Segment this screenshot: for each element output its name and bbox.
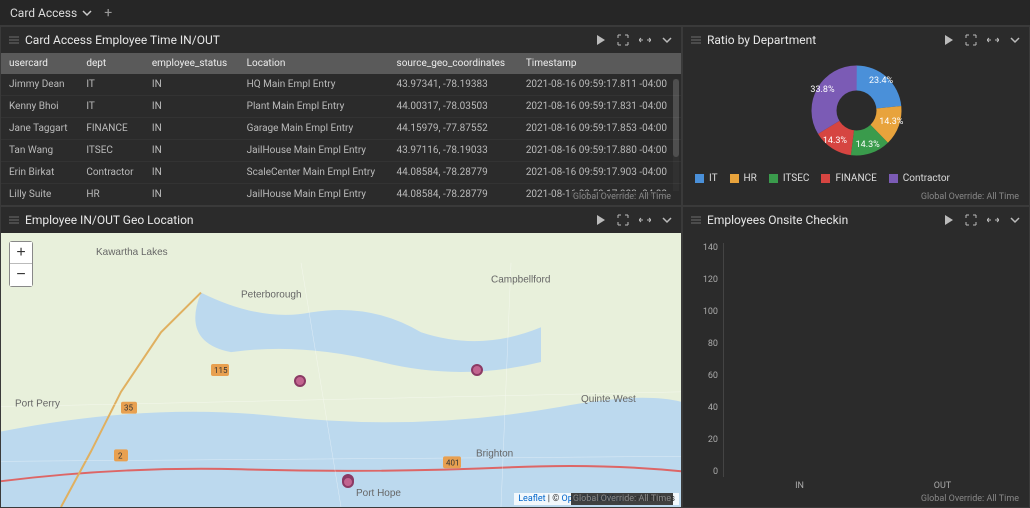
legend-swatch — [769, 174, 778, 183]
column-header[interactable]: Location — [239, 53, 389, 74]
panel-title: Ratio by Department — [707, 33, 816, 47]
footer-note: Global Override: All Time — [571, 191, 673, 203]
legend-swatch — [821, 174, 830, 183]
legend-item[interactable]: ITSEC — [769, 173, 810, 184]
svg-text:35: 35 — [124, 404, 134, 413]
panel-title: Employee IN/OUT Geo Location — [25, 213, 194, 227]
map-marker[interactable] — [471, 364, 483, 376]
y-tick: 40 — [683, 403, 718, 413]
svg-text:Peterborough: Peterborough — [241, 290, 302, 301]
legend-item[interactable]: FINANCE — [821, 173, 876, 184]
column-header[interactable]: dept — [78, 53, 144, 74]
svg-text:115: 115 — [214, 366, 228, 375]
slice-label: 23.4% — [869, 76, 893, 86]
map[interactable]: 35 115 401 2 Kawartha Lakes Peterborough Ca… — [1, 233, 681, 507]
map-marker[interactable] — [294, 375, 306, 387]
panel-title: Employees Onsite Checkin — [707, 213, 848, 227]
panel-title: Card Access Employee Time IN/OUT — [25, 33, 220, 47]
slice-label: 14.3% — [879, 117, 903, 127]
svg-text:401: 401 — [446, 458, 459, 467]
drag-icon — [9, 215, 19, 225]
scrollbar[interactable] — [673, 79, 679, 191]
legend-swatch — [889, 174, 898, 183]
dashboard-tab[interactable]: Card Access — [10, 6, 92, 20]
resize-icon[interactable] — [987, 214, 999, 226]
svg-text:Port Perry: Port Perry — [15, 399, 60, 410]
play-icon[interactable] — [595, 214, 607, 226]
table-row[interactable]: Erin BirkatContractorINScaleCenter Main … — [1, 162, 681, 184]
slice-label: 14.3% — [856, 140, 880, 150]
column-header[interactable]: usercard — [1, 53, 78, 74]
legend-swatch — [730, 174, 739, 183]
chevron-down-icon[interactable] — [1009, 214, 1021, 226]
fullscreen-icon[interactable] — [617, 214, 629, 226]
footer-note: Global Override: All Time — [571, 493, 673, 505]
svg-text:2: 2 — [118, 451, 123, 460]
svg-text:Kawartha Lakes: Kawartha Lakes — [96, 247, 168, 258]
map-marker[interactable] — [342, 476, 354, 488]
svg-text:Quinte West: Quinte West — [581, 394, 636, 405]
y-tick: 120 — [683, 275, 718, 285]
legend-item[interactable]: Contractor — [889, 173, 950, 184]
resize-icon[interactable] — [639, 34, 651, 46]
panel-geo-location: Employee IN/OUT Geo Location 35 115 401 2 K… — [0, 206, 682, 508]
fullscreen-icon[interactable] — [965, 214, 977, 226]
svg-text:Campbellford: Campbellford — [491, 275, 550, 286]
tab-label: Card Access — [10, 6, 77, 20]
resize-icon[interactable] — [639, 214, 651, 226]
drag-icon — [691, 35, 701, 45]
legend-swatch — [695, 174, 704, 183]
slice-label: 14.3% — [823, 136, 847, 146]
chevron-down-icon — [82, 8, 92, 18]
chevron-down-icon[interactable] — [661, 34, 673, 46]
legend-item[interactable]: HR — [730, 173, 757, 184]
y-tick: 20 — [683, 435, 718, 445]
table-row[interactable]: Jimmy DeanITINHQ Main Empl Entry43.97341… — [1, 74, 681, 96]
drag-icon — [691, 215, 701, 225]
panel-onsite-checkin: Employees Onsite Checkin 140 120 100 80 60 40… — [682, 206, 1030, 508]
chevron-down-icon[interactable] — [1009, 34, 1021, 46]
play-icon[interactable] — [595, 34, 607, 46]
chevron-down-icon[interactable] — [661, 214, 673, 226]
play-icon[interactable] — [943, 34, 955, 46]
fullscreen-icon[interactable] — [965, 34, 977, 46]
legend-item[interactable]: IT — [695, 173, 718, 184]
zoom-out-button[interactable]: − — [10, 264, 32, 286]
y-tick: 0 — [683, 467, 718, 477]
add-tab-button[interactable]: + — [104, 5, 112, 21]
map-zoom: + − — [9, 241, 33, 287]
y-tick: 140 — [683, 243, 718, 253]
panel-employee-time: Card Access Employee Time IN/OUT usercar… — [0, 26, 682, 206]
fullscreen-icon[interactable] — [617, 34, 629, 46]
footer-note: Global Override: All Time — [919, 191, 1021, 203]
column-header[interactable]: employee_status — [144, 53, 239, 74]
table-row[interactable]: Jane TaggartFINANCEINGarage Main Empl En… — [1, 118, 681, 140]
x-label: IN — [753, 481, 846, 491]
map-tiles: 35 115 401 2 Kawartha Lakes Peterborough Ca… — [1, 233, 681, 507]
svg-text:Brighton: Brighton — [476, 448, 513, 459]
column-header[interactable]: source_geo_coordinates — [389, 53, 518, 74]
donut-chart: 23.4% 14.3% 14.3% 14.3% 33.8% — [804, 58, 909, 163]
y-tick: 100 — [683, 307, 718, 317]
play-icon[interactable] — [943, 214, 955, 226]
zoom-in-button[interactable]: + — [10, 242, 32, 264]
table-row[interactable]: Tan WangITSECINJailHouse Main Empl Entry… — [1, 140, 681, 162]
y-tick: 60 — [683, 371, 718, 381]
slice-label: 33.8% — [810, 85, 834, 95]
column-header[interactable]: Timestamp — [518, 53, 681, 74]
bar-chart: 140 120 100 80 60 40 20 0 IN OUT — [683, 233, 1029, 507]
y-tick: 80 — [683, 339, 718, 349]
drag-icon — [9, 35, 19, 45]
resize-icon[interactable] — [987, 34, 999, 46]
x-label: OUT — [896, 481, 989, 491]
footer-note: Global Override: All Time — [919, 493, 1021, 505]
panel-ratio-department: Ratio by Department 23.4% 14.3% 14.3% 14.3%… — [682, 26, 1030, 206]
table-row[interactable]: Kenny BhoiITINPlant Main Empl Entry44.00… — [1, 96, 681, 118]
employee-table[interactable]: usercarddeptemployee_statusLocationsourc… — [1, 53, 681, 205]
svg-text:Port Hope: Port Hope — [356, 488, 401, 499]
leaflet-link[interactable]: Leaflet — [518, 494, 545, 504]
